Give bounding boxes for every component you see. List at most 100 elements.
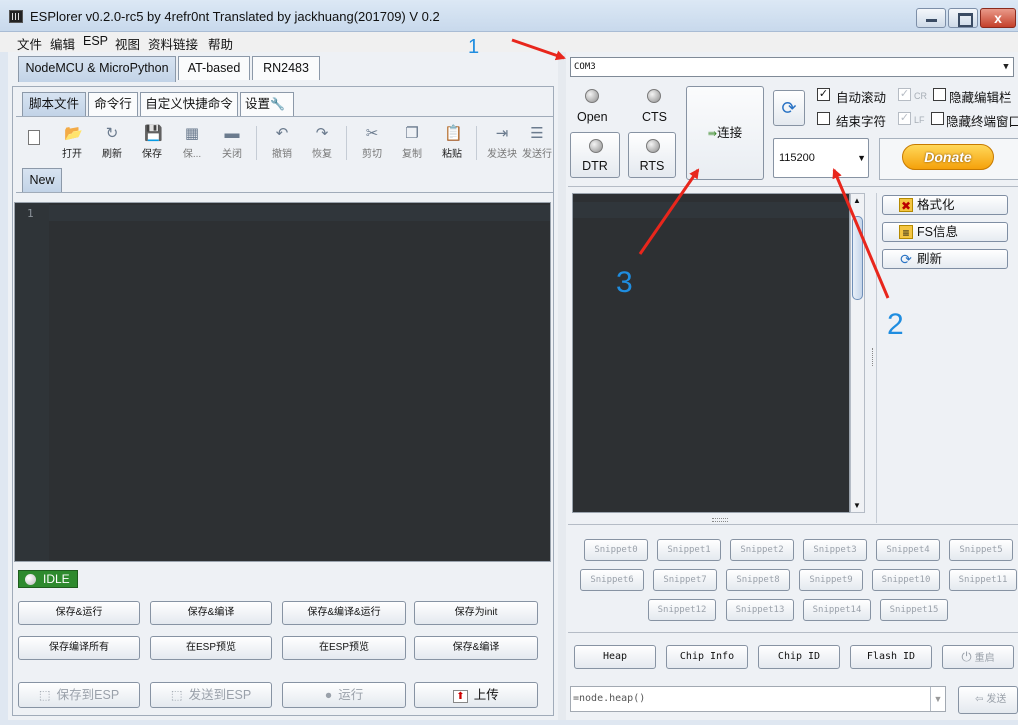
tab-rn2483[interactable]: RN2483 bbox=[252, 56, 320, 80]
vertical-splitter[interactable] bbox=[558, 52, 566, 720]
snippet-6-button[interactable]: Snippet6 bbox=[580, 569, 644, 591]
save-compile-button-2[interactable]: 保存&编译 bbox=[414, 636, 538, 660]
snippet-15-button[interactable]: Snippet15 bbox=[880, 599, 948, 621]
chip-info-button[interactable]: Chip Info bbox=[666, 645, 748, 669]
save-as-init-button[interactable]: 保存为init bbox=[414, 601, 538, 625]
heap-button[interactable]: Heap bbox=[574, 645, 656, 669]
send-button[interactable]: ⇦ 发送 bbox=[958, 686, 1018, 714]
terminal-scrollbar[interactable]: ▲ ▼ bbox=[850, 193, 865, 513]
snippet-8-button[interactable]: Snippet8 bbox=[726, 569, 790, 591]
send-block-button[interactable]: ⇥ 发送块 bbox=[482, 124, 522, 162]
snippet-0-button[interactable]: Snippet0 bbox=[584, 539, 648, 561]
connect-button[interactable]: ⇛连接 bbox=[686, 86, 764, 180]
tab-commands[interactable]: 命令行 bbox=[88, 92, 138, 116]
snippet-2-button[interactable]: Snippet2 bbox=[730, 539, 794, 561]
refresh-icon: ⟳ bbox=[781, 98, 797, 118]
save-button[interactable]: 💾 保存 bbox=[132, 124, 172, 162]
flash-id-button[interactable]: Flash ID bbox=[850, 645, 932, 669]
code-editor[interactable]: 1 bbox=[14, 202, 551, 562]
preview-on-esp-button-2[interactable]: 在ESP预览 bbox=[282, 636, 406, 660]
preview-on-esp-button[interactable]: 在ESP预览 bbox=[150, 636, 272, 660]
snippet-14-button[interactable]: Snippet14 bbox=[803, 599, 871, 621]
reset-button[interactable]: ⏻ 重启 bbox=[942, 645, 1014, 669]
snippet-5-button[interactable]: Snippet5 bbox=[949, 539, 1013, 561]
save-run-button[interactable]: 保存&运行 bbox=[18, 601, 140, 625]
menu-esp[interactable]: ESP bbox=[83, 34, 108, 48]
lf-checkbox[interactable]: ✓ bbox=[898, 112, 911, 125]
save-compile-run-button[interactable]: 保存&编译&运行 bbox=[282, 601, 406, 625]
port-select[interactable]: COM3 ▼ bbox=[570, 57, 1014, 77]
redo-button[interactable]: ↷ 恢复 bbox=[302, 124, 342, 162]
cts-label: CTS bbox=[642, 110, 667, 124]
tab-at-based[interactable]: AT-based bbox=[178, 56, 250, 80]
horizontal-splitter-handle[interactable] bbox=[712, 518, 728, 522]
fs-info-button[interactable]: ≡ FS信息 bbox=[882, 222, 1008, 242]
open-button[interactable]: 📂 打开 bbox=[52, 124, 92, 162]
reload-button[interactable]: ↻ 刷新 bbox=[92, 124, 132, 162]
hide-terminal-checkbox[interactable] bbox=[931, 112, 944, 125]
save-compile-all-button[interactable]: 保存编译所有 bbox=[18, 636, 140, 660]
refresh-ports-button[interactable]: ⟳ bbox=[773, 90, 805, 126]
new-file-button[interactable] bbox=[14, 124, 54, 162]
autoscroll-checkbox[interactable]: ✓ bbox=[817, 88, 830, 101]
close-file-button[interactable]: ▬ 关闭 bbox=[212, 124, 252, 162]
chip-id-button[interactable]: Chip ID bbox=[758, 645, 840, 669]
snippet-12-button[interactable]: Snippet12 bbox=[648, 599, 716, 621]
plug-icon: ⇛ bbox=[707, 128, 718, 140]
annotation-number-2: 2 bbox=[887, 308, 904, 341]
send-line-button[interactable]: ☰ 发送行 bbox=[520, 124, 554, 162]
menu-edit[interactable]: 编辑 bbox=[50, 34, 75, 53]
cut-button[interactable]: ✂ 剪切 bbox=[352, 124, 392, 162]
hide-editor-label: 隐藏编辑栏 bbox=[949, 91, 1012, 105]
copy-button[interactable]: ❐ 复制 bbox=[392, 124, 432, 162]
upload-button[interactable]: ⬆ 上传 bbox=[414, 682, 538, 708]
rts-indicator bbox=[646, 139, 660, 153]
snippet-10-button[interactable]: Snippet10 bbox=[872, 569, 940, 591]
close-button[interactable]: x bbox=[980, 8, 1016, 28]
dtr-button[interactable]: DTR bbox=[570, 132, 620, 178]
lf-label: LF bbox=[914, 115, 925, 125]
snippet-1-button[interactable]: Snippet1 bbox=[657, 539, 721, 561]
undo-button[interactable]: ↶ 撤销 bbox=[262, 124, 302, 162]
maximize-button[interactable] bbox=[948, 8, 978, 28]
hide-terminal-label: 隐藏终端窗口 bbox=[946, 115, 1018, 129]
save-as-button[interactable]: ▦ 保... bbox=[172, 124, 212, 162]
chevron-down-icon[interactable]: ▼ bbox=[930, 687, 945, 711]
save-to-esp-button[interactable]: ⬚ 保存到ESP bbox=[18, 682, 140, 708]
scroll-thumb[interactable] bbox=[852, 216, 863, 300]
snippet-11-button[interactable]: Snippet11 bbox=[949, 569, 1017, 591]
snippet-3-button[interactable]: Snippet3 bbox=[803, 539, 867, 561]
rts-button[interactable]: RTS bbox=[628, 132, 676, 178]
menu-view[interactable]: 视图 bbox=[115, 34, 140, 53]
tab-snippets[interactable]: 自定义快捷命令 bbox=[140, 92, 238, 116]
baud-select[interactable]: 115200 ▼ bbox=[773, 138, 869, 178]
save-compile-button[interactable]: 保存&编译 bbox=[150, 601, 272, 625]
run-button[interactable]: ● 运行 bbox=[282, 682, 406, 708]
paste-button[interactable]: 📋 粘贴 bbox=[432, 124, 472, 162]
dtr-label: DTR bbox=[582, 159, 608, 173]
snippet-13-button[interactable]: Snippet13 bbox=[726, 599, 794, 621]
copy-icon: ❐ bbox=[405, 125, 419, 142]
snippet-4-button[interactable]: Snippet4 bbox=[876, 539, 940, 561]
send-to-esp-button[interactable]: ⬚ 发送到ESP bbox=[150, 682, 272, 708]
reload-fs-button[interactable]: ⟳ 刷新 bbox=[882, 249, 1008, 269]
donate-button[interactable]: Donate bbox=[902, 144, 994, 170]
eol-checkbox[interactable] bbox=[817, 112, 830, 125]
tab-nodemcu[interactable]: NodeMCU & MicroPython bbox=[18, 56, 176, 82]
tab-settings-label: 设置 bbox=[245, 97, 271, 111]
tab-settings[interactable]: 设置🔧 bbox=[240, 92, 294, 116]
command-input[interactable]: =node.heap() bbox=[570, 686, 946, 712]
menu-links[interactable]: 资料链接 bbox=[148, 34, 198, 53]
tab-file-new[interactable]: New bbox=[22, 168, 62, 192]
line-number: 1 bbox=[27, 207, 34, 220]
hide-editor-checkbox[interactable] bbox=[933, 88, 946, 101]
menu-help[interactable]: 帮助 bbox=[208, 34, 233, 53]
snippet-9-button[interactable]: Snippet9 bbox=[799, 569, 863, 591]
tab-scripts[interactable]: 脚本文件 bbox=[22, 92, 86, 116]
minimize-button[interactable] bbox=[916, 8, 946, 28]
menu-file[interactable]: 文件 bbox=[17, 34, 42, 53]
format-button[interactable]: ✖ 格式化 bbox=[882, 195, 1008, 215]
snippet-7-button[interactable]: Snippet7 bbox=[653, 569, 717, 591]
terminal-output[interactable] bbox=[572, 193, 850, 513]
cr-checkbox[interactable]: ✓ bbox=[898, 88, 911, 101]
